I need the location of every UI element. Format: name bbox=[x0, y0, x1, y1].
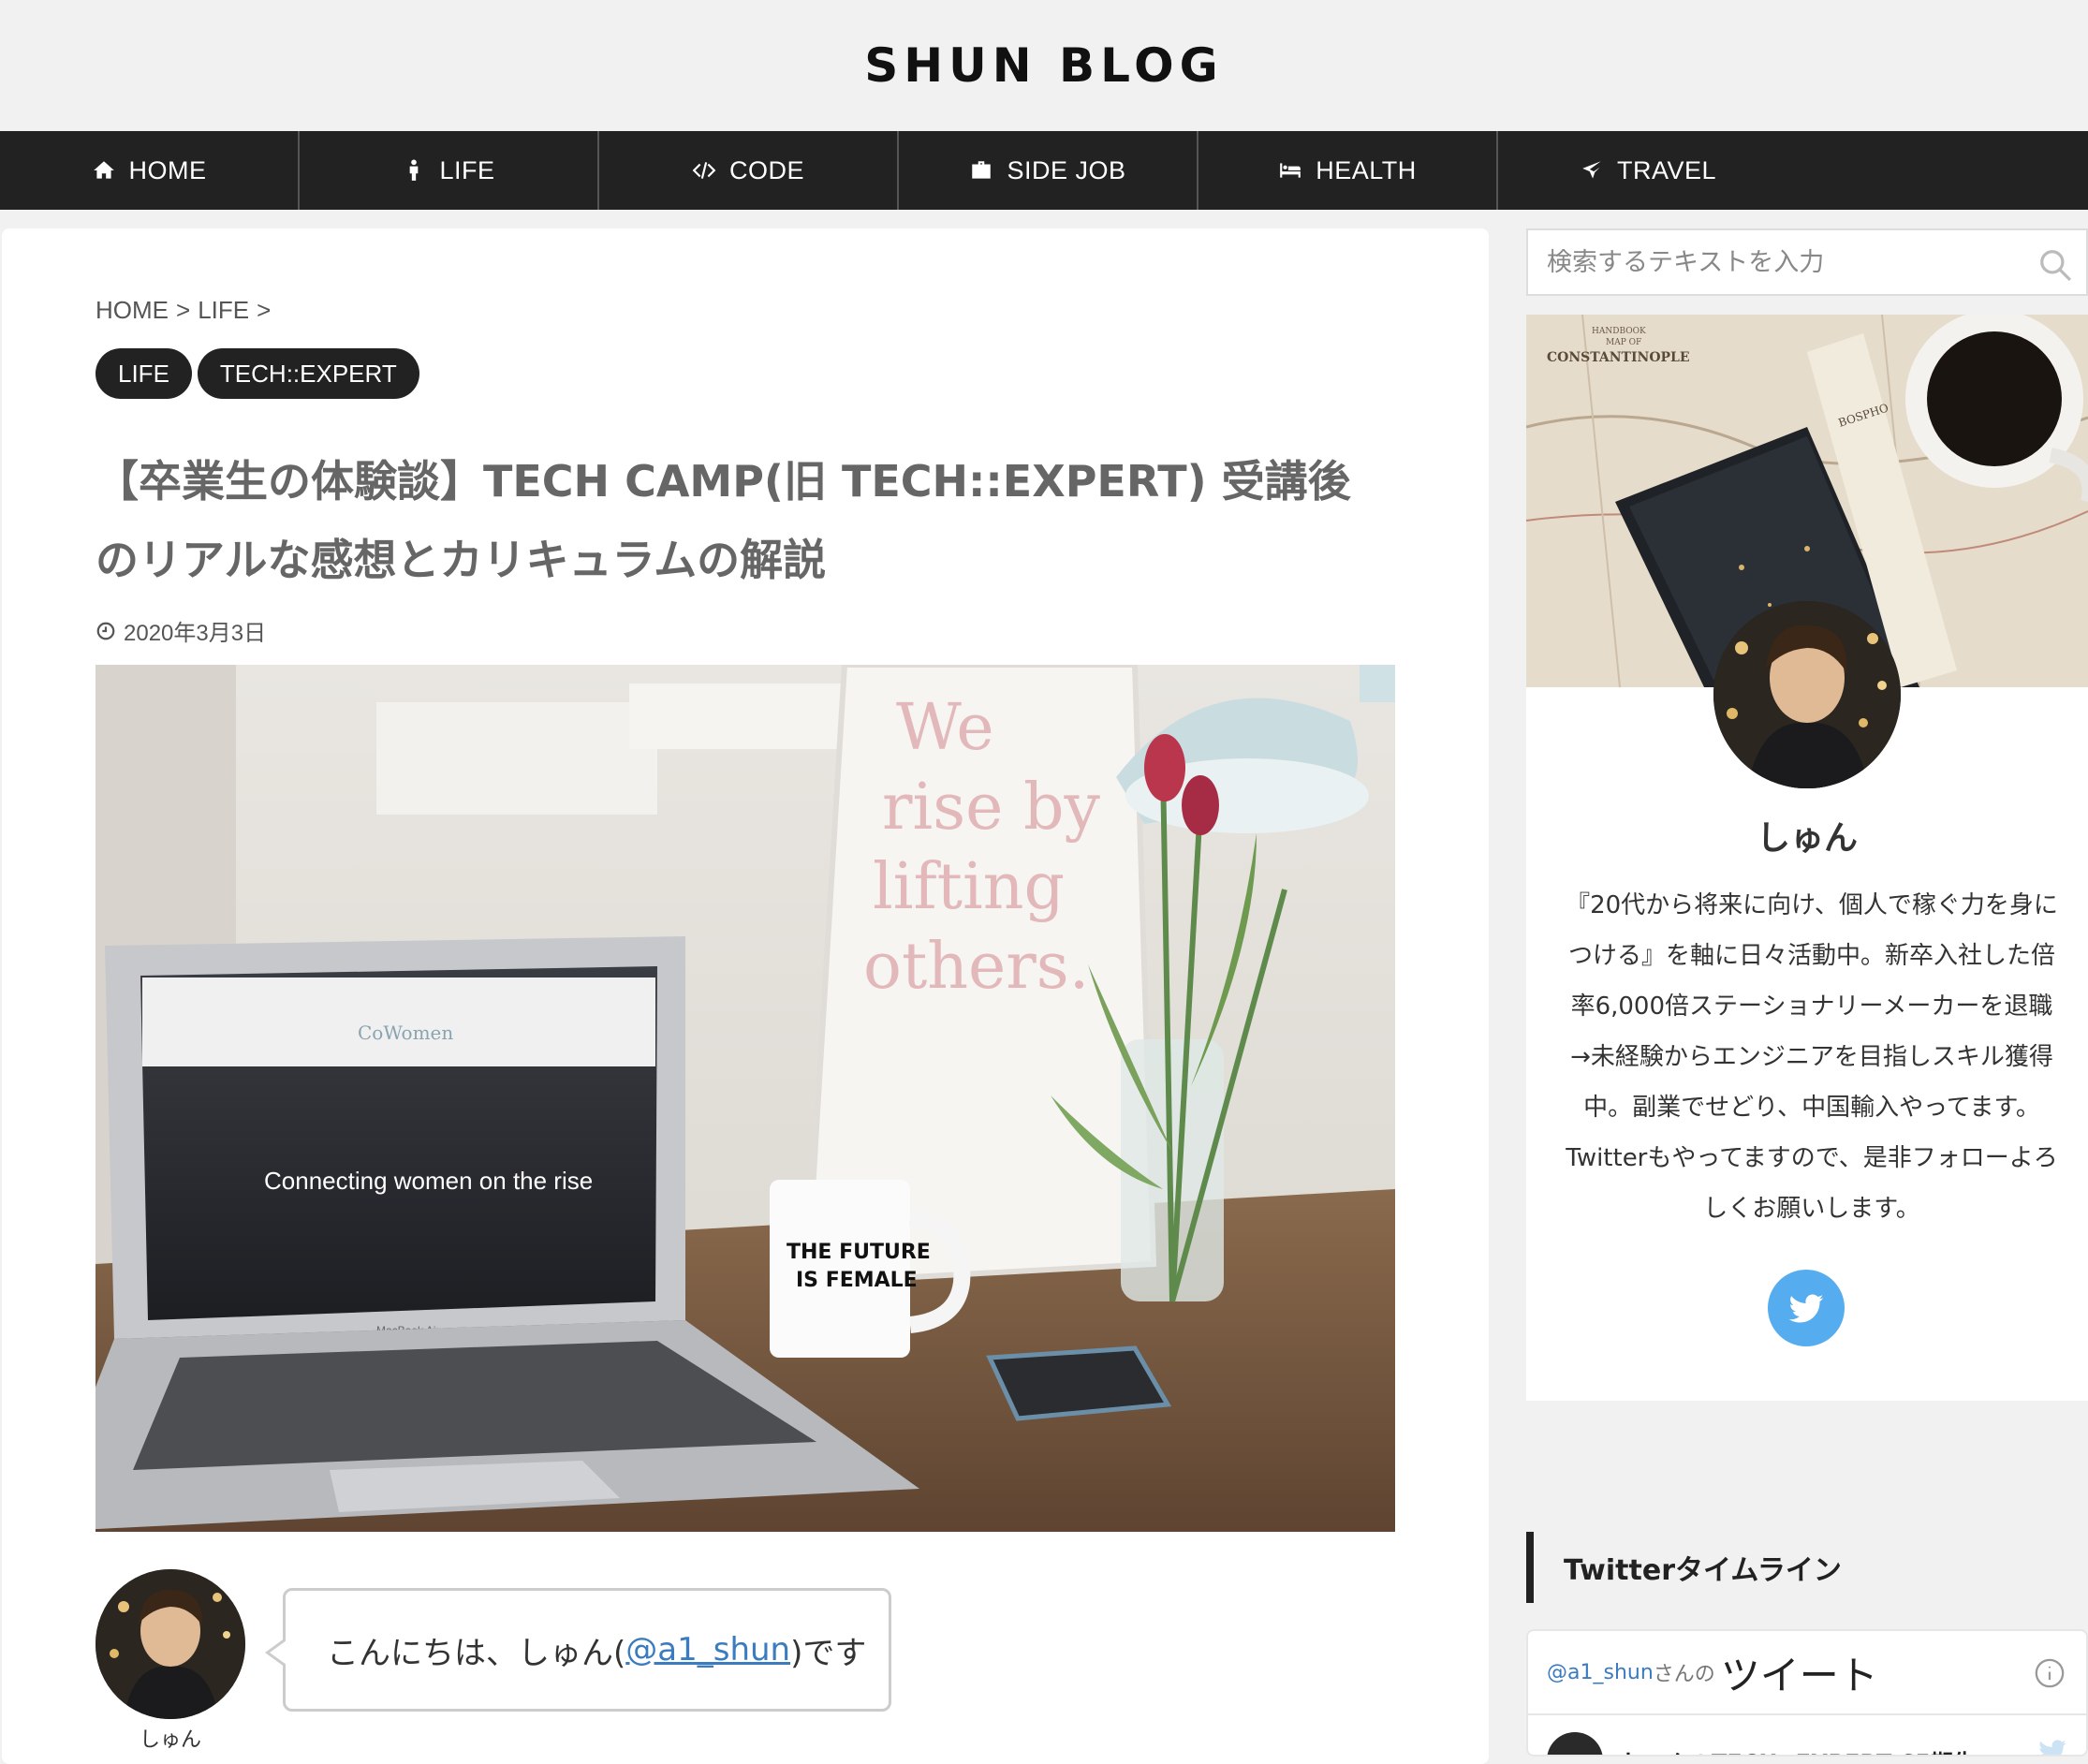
search-icon[interactable] bbox=[2037, 247, 2073, 283]
nav-label: HEALTH bbox=[1316, 155, 1417, 184]
nav-label: TRAVEL bbox=[1616, 155, 1717, 184]
svg-text:HANDBOOK: HANDBOOK bbox=[1592, 327, 1646, 336]
svg-text:lifting: lifting bbox=[873, 850, 1065, 924]
plane-icon bbox=[1582, 161, 1601, 179]
site-title[interactable]: SHUN BLOG bbox=[864, 38, 1223, 93]
svg-text:MAP OF: MAP OF bbox=[1606, 338, 1641, 347]
breadcrumb-separator: > bbox=[176, 296, 191, 324]
nav-label: HOME bbox=[128, 155, 207, 184]
post-date: 2020年3月3日 bbox=[96, 614, 266, 647]
post-date-text: 2020年3月3日 bbox=[124, 621, 267, 646]
twitter-timeline: @a1_shun さんの ツイート しゅん@TECH::EXPERT 65期生 bbox=[1526, 1629, 2088, 1757]
person-icon bbox=[410, 159, 419, 181]
home-icon bbox=[93, 161, 114, 179]
twitter-follow-button[interactable] bbox=[1768, 1270, 1845, 1346]
site-header: SHUN BLOG bbox=[0, 0, 2088, 131]
code-icon bbox=[692, 162, 716, 179]
nav-item-life[interactable]: LIFE bbox=[300, 131, 599, 210]
poster-text: We bbox=[896, 691, 994, 765]
profile-bio: 『20代から将来に向け、個人で稼ぐ力を身につける』を軸に日々活動中。新卒入社した… bbox=[1566, 891, 2058, 1223]
speech-bubble: こんにちは、しゅん(@a1_shun)です bbox=[265, 1588, 891, 1712]
desk-scene-illustration: We rise by lifting others. THE FUTURE IS… bbox=[96, 665, 1395, 1532]
widget-title-twitter: Twitterタイムライン bbox=[1526, 1532, 2088, 1603]
article-card: HOME > LIFE > LIFE TECH::EXPERT 【卒業生の体験談… bbox=[2, 228, 1489, 1764]
nav-label: CODE bbox=[728, 155, 804, 184]
speech-avatar bbox=[96, 1569, 245, 1719]
svg-text:CoWomen: CoWomen bbox=[358, 1022, 453, 1044]
profile-name: しゅん bbox=[1756, 819, 1858, 858]
nav-item-travel[interactable]: TRAVEL bbox=[1498, 131, 1798, 210]
breadcrumb-home[interactable]: HOME bbox=[96, 296, 169, 325]
timeline-title: ツイート bbox=[1720, 1652, 1878, 1698]
nav-label: LIFE bbox=[439, 155, 495, 184]
twitter-icon bbox=[1788, 1294, 1824, 1323]
svg-text:IS FEMALE: IS FEMALE bbox=[796, 1269, 918, 1292]
timeline-suffix: さんの bbox=[1653, 1663, 1715, 1686]
mug-text: THE FUTURE bbox=[787, 1241, 931, 1264]
global-nav: HOME LIFE CODE SIDE JOB HEALTH TRAVEL bbox=[0, 131, 2088, 210]
clock-icon bbox=[96, 622, 115, 639]
post-title: 【卒業生の体験談】TECH CAMP(旧 TECH::EXPERT) 受講後のリ… bbox=[96, 456, 1351, 585]
timeline-handle[interactable]: @a1_shun bbox=[1547, 1661, 1654, 1684]
tweet-author: しゅん@TECH::EXPERT 65期生 bbox=[1622, 1744, 1976, 1756]
laptop-screen-text: Connecting women on the rise bbox=[264, 1167, 593, 1195]
profile-avatar bbox=[1713, 601, 1901, 788]
tweet-avatar bbox=[1547, 1732, 1603, 1755]
profile-widget: HANDBOOK MAP OF CONSTANTINOPLE BOSPHO しゅ… bbox=[1526, 315, 2088, 1401]
speech-name: しゅん bbox=[139, 1728, 201, 1752]
briefcase-icon bbox=[972, 161, 992, 179]
sidebar-search bbox=[1526, 228, 2088, 296]
nav-item-home[interactable]: HOME bbox=[0, 131, 300, 210]
map-title: CONSTANTINOPLE bbox=[1547, 350, 1690, 365]
twitter-bird-icon bbox=[2039, 1740, 2066, 1755]
tweet-item[interactable]: しゅん@TECH::EXPERT 65期生 bbox=[1547, 1732, 1976, 1756]
info-icon[interactable] bbox=[2034, 1657, 2066, 1689]
svg-text:rise by: rise by bbox=[882, 771, 1101, 845]
breadcrumb-separator: > bbox=[257, 296, 272, 324]
nav-label: SIDE JOB bbox=[1007, 155, 1126, 184]
nav-item-side-job[interactable]: SIDE JOB bbox=[899, 131, 1198, 210]
nav-item-health[interactable]: HEALTH bbox=[1198, 131, 1498, 210]
category-tags: LIFE TECH::EXPERT bbox=[96, 348, 419, 399]
nav-item-code[interactable]: CODE bbox=[599, 131, 899, 210]
speech-text-before: こんにちは、しゅん( bbox=[327, 1634, 626, 1672]
twitter-handle-link[interactable]: @a1_shun bbox=[625, 1631, 790, 1668]
profile-photo bbox=[1713, 601, 1901, 788]
breadcrumb: HOME > LIFE > bbox=[96, 296, 271, 325]
speech-text-after: )です bbox=[790, 1634, 867, 1672]
tag-life[interactable]: LIFE bbox=[96, 348, 192, 399]
eyecatch-image: We rise by lifting others. THE FUTURE IS… bbox=[96, 665, 1395, 1532]
avatar-photo bbox=[96, 1569, 245, 1719]
breadcrumb-life[interactable]: LIFE bbox=[198, 296, 249, 325]
tag-tech-expert[interactable]: TECH::EXPERT bbox=[197, 348, 419, 399]
bed-icon bbox=[1280, 163, 1301, 178]
timeline-header: @a1_shun さんの ツイート bbox=[1528, 1631, 2086, 1715]
search-input[interactable] bbox=[1547, 247, 2034, 277]
svg-text:others.: others. bbox=[863, 930, 1089, 1004]
